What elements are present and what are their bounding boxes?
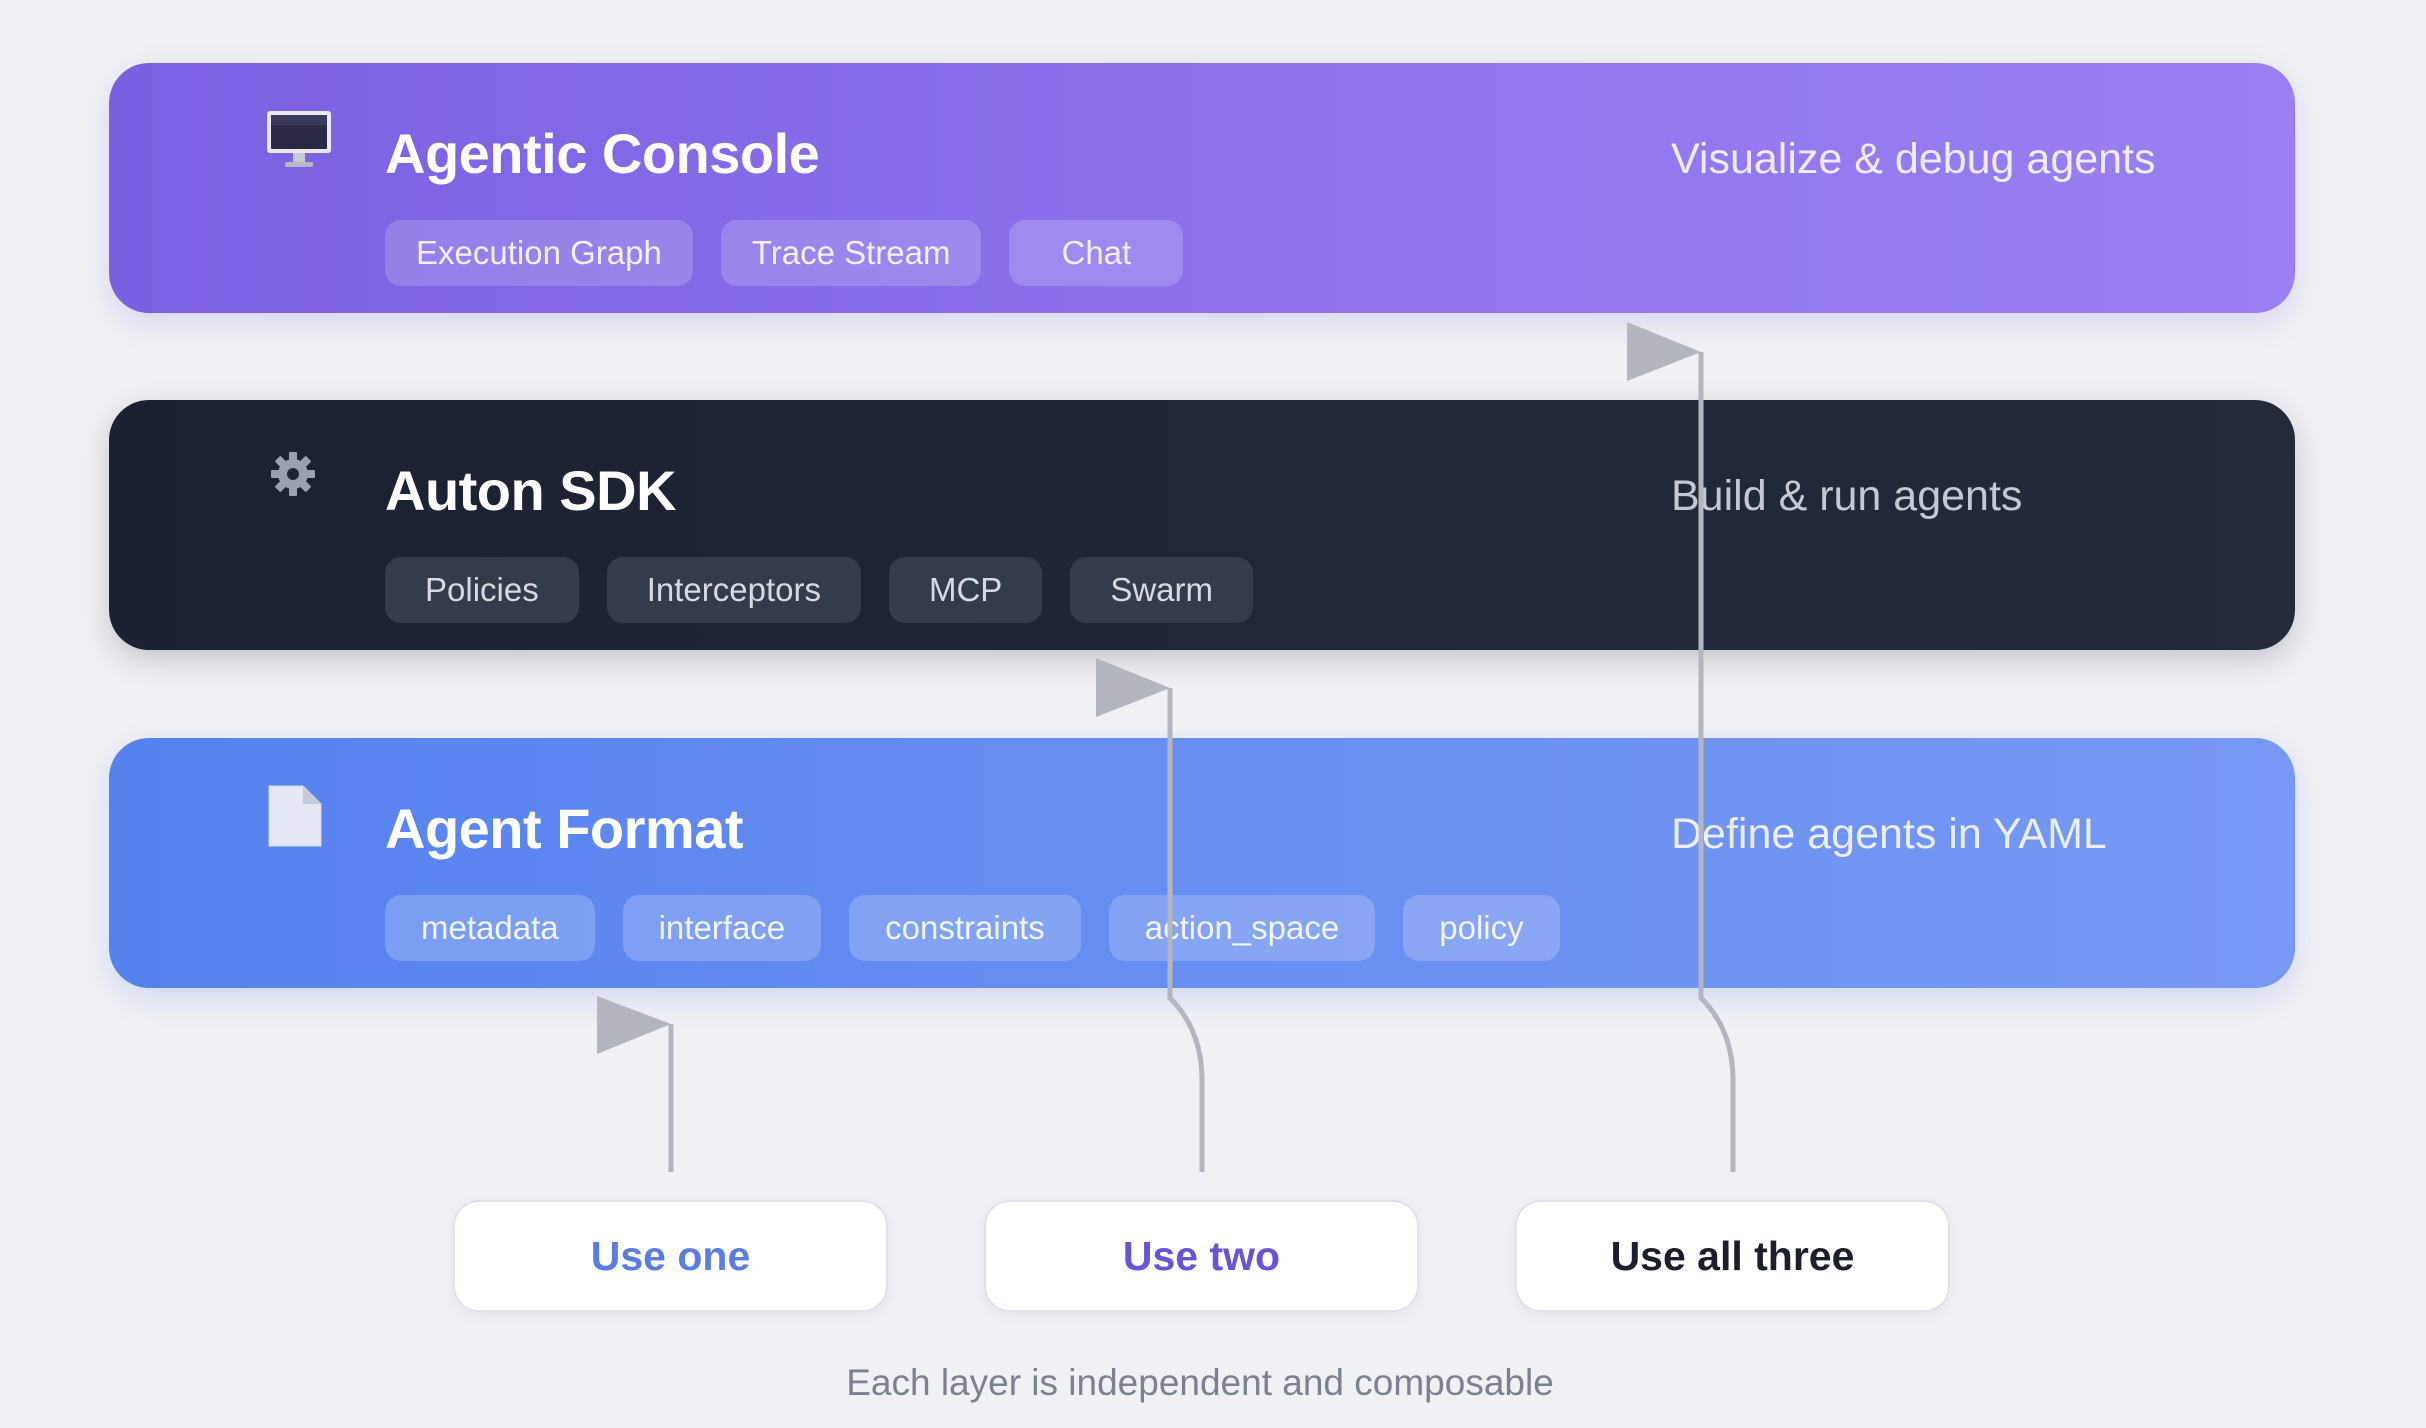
chip-swarm[interactable]: Swarm xyxy=(1070,557,1253,623)
chip-metadata[interactable]: metadata xyxy=(385,895,595,961)
chip-action-space[interactable]: action_space xyxy=(1108,895,1376,961)
flag-use-one xyxy=(597,996,674,1172)
layer-description: Define agents in YAML xyxy=(1671,810,2107,858)
layer-description: Visualize & debug agents xyxy=(1671,135,2156,183)
layer-title: Agentic Console xyxy=(385,122,820,185)
chip-chat[interactable]: Chat xyxy=(1009,220,1184,286)
monitor-icon xyxy=(263,107,335,173)
use-one-button[interactable]: Use one xyxy=(453,1200,888,1312)
layer-agent-format: Agent Format Define agents in YAML metad… xyxy=(109,738,2295,988)
layer-title: Agent Format xyxy=(385,797,744,860)
footer-caption: Each layer is independent and composable xyxy=(846,1362,1554,1403)
layer-stack-diagram: Agentic Console Visualize & debug agents… xyxy=(0,0,2426,1428)
feature-chips: Policies Interceptors MCP Swarm xyxy=(385,557,1253,623)
layer-description: Build & run agents xyxy=(1671,472,2023,520)
chip-interface[interactable]: interface xyxy=(622,895,822,961)
layer-title: Auton SDK xyxy=(385,459,677,522)
gear-icon xyxy=(263,444,335,510)
chip-policies[interactable]: Policies xyxy=(385,557,579,623)
use-all-three-button[interactable]: Use all three xyxy=(1515,1200,1950,1312)
chip-execution-graph[interactable]: Execution Graph xyxy=(385,220,693,286)
chip-trace-stream[interactable]: Trace Stream xyxy=(720,220,982,286)
feature-chips: metadata interface constraints action_sp… xyxy=(385,895,1560,961)
document-icon xyxy=(263,782,335,848)
chip-mcp[interactable]: MCP xyxy=(888,557,1043,623)
feature-chips: Execution Graph Trace Stream Chat xyxy=(385,220,1184,286)
chip-interceptors[interactable]: Interceptors xyxy=(606,557,861,623)
chip-policy[interactable]: policy xyxy=(1403,895,1560,961)
layer-agentic-console: Agentic Console Visualize & debug agents… xyxy=(109,63,2295,313)
chip-constraints[interactable]: constraints xyxy=(849,895,1081,961)
use-two-button[interactable]: Use two xyxy=(984,1200,1419,1312)
layer-auton-sdk: Auton SDK Build & run agents Policies In… xyxy=(109,400,2295,650)
